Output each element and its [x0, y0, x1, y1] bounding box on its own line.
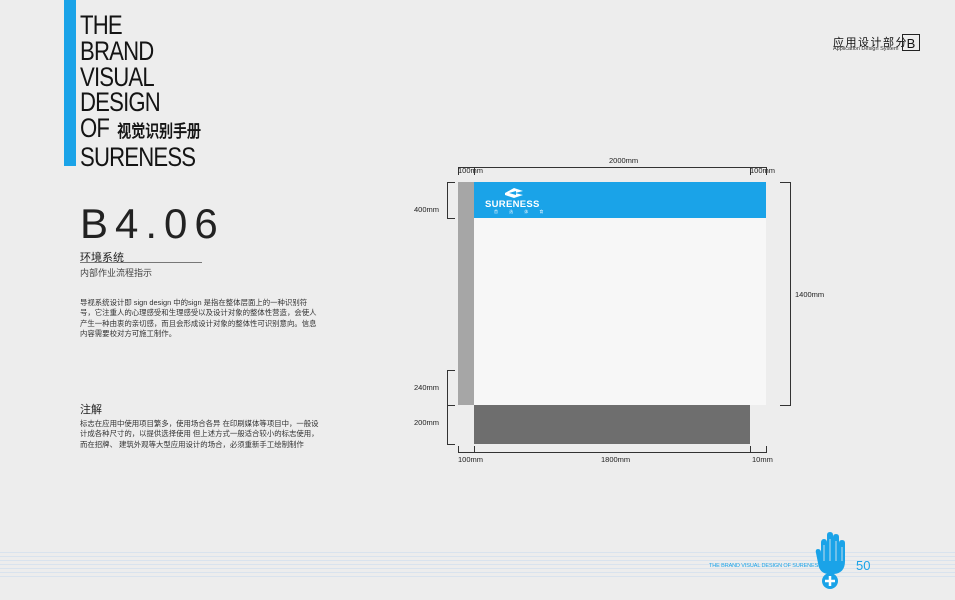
dim-tick	[780, 182, 791, 183]
dim-tick	[447, 370, 455, 371]
sureness-logo-icon	[505, 188, 523, 198]
section-divider	[80, 262, 202, 263]
dim-line-left-lower	[447, 370, 448, 405]
sign-base	[474, 405, 750, 444]
dim-line-bottom	[458, 452, 766, 453]
dim-line-top	[458, 167, 766, 168]
hand-plus-icon	[815, 532, 845, 589]
dim-tick	[447, 218, 455, 219]
dim-label-bottom-left: 100mm	[458, 455, 484, 464]
footer-stripe	[0, 556, 955, 557]
footer-stripe	[0, 576, 955, 577]
dim-label-top-total: 2000mm	[609, 156, 639, 165]
dim-line-left-base	[447, 405, 448, 444]
page-number: 50	[856, 558, 871, 573]
dim-label-left-base: 200mm	[414, 418, 440, 427]
brand-title: THE BRAND VISUAL DESIGN OF 视觉识别手册 SURENES…	[80, 12, 228, 172]
dim-tick	[780, 405, 791, 406]
section-subtitle: 内部作业流程指示	[80, 268, 153, 278]
title-line: SURENESS	[80, 141, 196, 172]
dim-label-bottom-mid: 1800mm	[601, 455, 631, 464]
dim-label-bottom-right: 10mm	[752, 455, 773, 464]
footer-stripe	[0, 572, 955, 573]
section-letter-badge: B	[902, 34, 920, 51]
dim-tick	[447, 444, 455, 445]
note-paragraph: 标志在应用中使用项目繁多，使用场合各异 在印刷媒体等项目中，一般设计成各种尺寸的…	[80, 419, 319, 449]
header-english: Application Design System	[833, 46, 899, 52]
title-chinese: 视觉识别手册	[117, 122, 201, 142]
dim-tick	[750, 446, 751, 453]
section-code: B4.06	[80, 200, 225, 247]
dim-tick	[474, 446, 475, 453]
sign-side-post	[458, 182, 474, 405]
body-paragraph: 导视系统设计即 sign design 中的sign 是指在整体层面上的一种识别…	[80, 298, 317, 338]
dim-tick	[458, 446, 459, 453]
dim-label-right-total: 1400mm	[795, 290, 825, 299]
dim-tick	[447, 182, 455, 183]
dim-label-left-header: 400mm	[414, 205, 440, 214]
title-line-of: OF	[80, 113, 110, 144]
dim-label-top-right: 100mm	[750, 166, 776, 175]
footer-stripe	[0, 560, 955, 561]
sign-logo-subtext: 首 选 体 育	[494, 209, 549, 214]
dim-tick	[447, 405, 455, 406]
footer-brand-text: THE BRAND VISUAL DESIGN OF SURENESS	[709, 563, 822, 569]
title-line: OF 视觉识别手册	[80, 113, 201, 145]
dim-line-left-header	[447, 182, 448, 218]
dim-line-right	[790, 182, 791, 405]
dim-label-left-lower: 240mm	[414, 383, 440, 392]
brand-accent-bar	[64, 0, 76, 166]
footer-stripe	[0, 552, 955, 553]
dim-tick	[766, 446, 767, 453]
dim-label-top-left: 100mm	[458, 166, 484, 175]
note-heading: 注解	[80, 404, 102, 416]
